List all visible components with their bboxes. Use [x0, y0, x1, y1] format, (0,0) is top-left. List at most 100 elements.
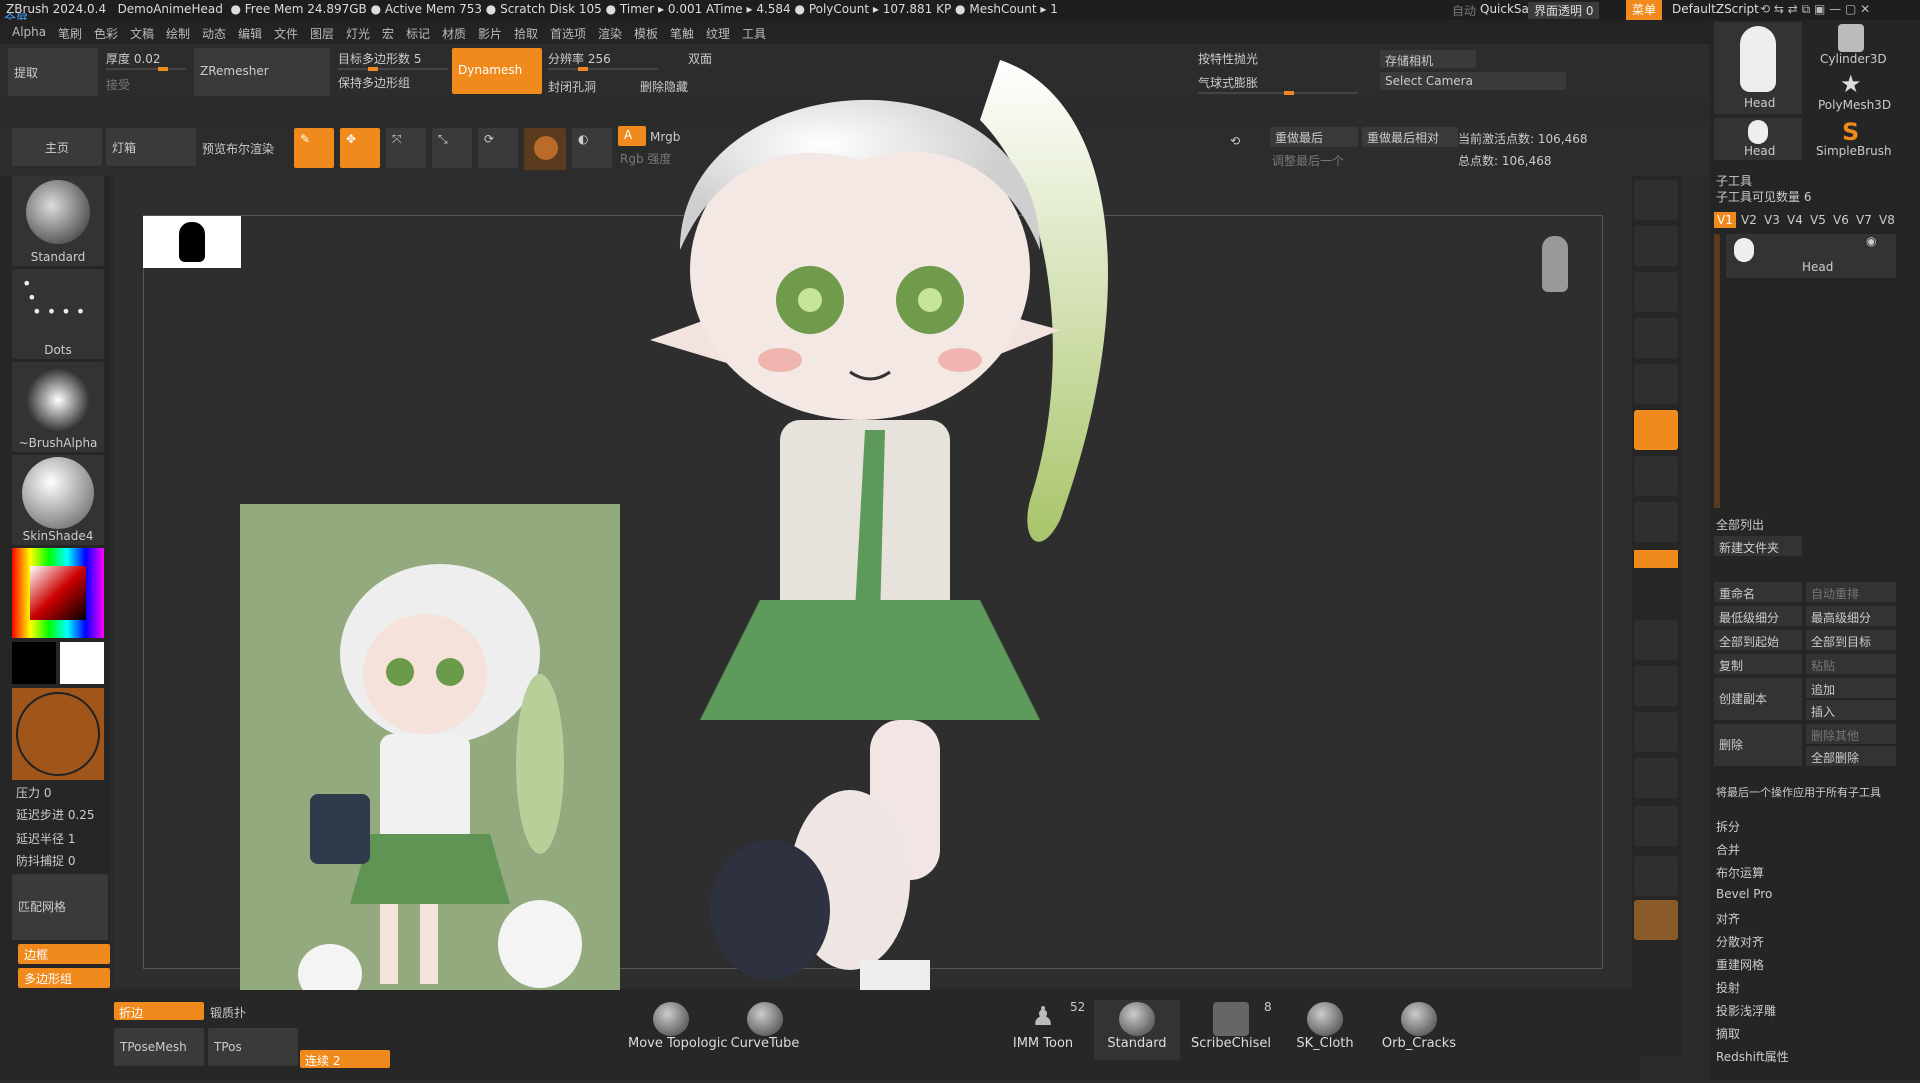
actual-size-icon[interactable]: [1634, 318, 1678, 358]
shelf-brush[interactable]: ScribeChisel 8: [1188, 1000, 1274, 1060]
solo-icon[interactable]: [1634, 900, 1678, 940]
target-polycount-slider[interactable]: 目标多边形数 5: [338, 50, 421, 67]
auto-reorder-button[interactable]: 自动重排: [1806, 582, 1896, 602]
jitter-slider[interactable]: 防抖捕捉 0: [16, 852, 75, 869]
redo-last-button[interactable]: 重做最后: [1270, 127, 1358, 147]
highest-subdiv-button[interactable]: 最高级细分: [1806, 606, 1896, 626]
all-high-button[interactable]: 全部到目标: [1806, 630, 1896, 650]
menu-item[interactable]: 文件: [274, 25, 298, 42]
delete-button[interactable]: 删除: [1714, 724, 1802, 766]
home-tab[interactable]: 主页: [12, 128, 102, 166]
subtool-visible-count[interactable]: 子工具可见数量 6: [1716, 188, 1811, 205]
project-relief-menu[interactable]: 投影浅浮雕: [1716, 1002, 1776, 1019]
polygroup-frame-button[interactable]: 多边形组: [18, 968, 110, 988]
menu-item[interactable]: 图层: [310, 25, 334, 42]
zremesher-button[interactable]: ZRemesher: [194, 48, 330, 96]
tpose-mesh-button[interactable]: TPoseMesh: [114, 1028, 204, 1066]
boolean-menu[interactable]: 布尔运算: [1716, 864, 1764, 881]
close-holes-toggle[interactable]: 封闭孔洞: [548, 78, 596, 95]
xyz-toggle[interactable]: [1634, 550, 1678, 568]
local-icon[interactable]: [1634, 456, 1678, 496]
menu-item[interactable]: 文稿: [130, 25, 154, 42]
lazymouse-dial[interactable]: [12, 688, 104, 780]
append-button[interactable]: 追加: [1806, 678, 1896, 698]
tool-head-thumb-2[interactable]: Head: [1714, 118, 1802, 160]
mode-sphere-icon[interactable]: ◐: [572, 128, 612, 168]
menu-item[interactable]: 首选项: [550, 25, 586, 42]
brush-slot[interactable]: Standard: [12, 176, 104, 266]
menu-item[interactable]: 绘制: [166, 25, 190, 42]
resolution-slider[interactable]: 分辨率 256: [548, 50, 611, 67]
lazy-step-slider[interactable]: 延迟步进 0.25: [16, 806, 95, 823]
menu-item[interactable]: 笔刷: [58, 25, 82, 42]
menu-item[interactable]: 材质: [442, 25, 466, 42]
frame-view-icon[interactable]: [1634, 620, 1678, 660]
delete-other-button[interactable]: 删除其他: [1806, 724, 1896, 744]
menu-item[interactable]: 编辑: [238, 25, 262, 42]
menu-button[interactable]: 菜单: [1626, 0, 1663, 20]
distribute-menu[interactable]: 分散对齐: [1716, 933, 1764, 950]
merge-menu[interactable]: 合并: [1716, 841, 1740, 858]
shelf-brush[interactable]: Standard: [1094, 1000, 1180, 1060]
tool-cylinder-thumb[interactable]: Cylinder3D: [1806, 22, 1896, 68]
tpose-button[interactable]: TPos: [208, 1028, 298, 1066]
color-square[interactable]: [30, 566, 86, 620]
keep-polygroups-toggle[interactable]: 保持多边形组: [338, 74, 410, 91]
rotate-icon[interactable]: ⟳: [478, 128, 518, 168]
move-icon[interactable]: ⤧: [386, 128, 426, 168]
balloon-inflate-slider[interactable]: 气球式膨胀: [1198, 74, 1258, 91]
lock-icon[interactable]: [1634, 502, 1678, 542]
dynamesh-button[interactable]: Dynamesh: [452, 48, 542, 94]
tool-polymesh-thumb[interactable]: ★ PolyMesh3D: [1806, 70, 1896, 114]
dynamic-persp-icon[interactable]: [1634, 364, 1678, 404]
shelf-brush[interactable]: SK_Cloth: [1282, 1000, 1368, 1060]
transp-icon[interactable]: [1634, 856, 1678, 896]
version-tab[interactable]: V5: [1807, 212, 1829, 228]
redshift-menu[interactable]: Redshift属性: [1716, 1048, 1789, 1065]
menu-item[interactable]: Alpha: [12, 25, 46, 39]
insert-button[interactable]: 插入: [1806, 700, 1896, 720]
menu-item[interactable]: 影片: [478, 25, 502, 42]
menu-item[interactable]: 宏: [382, 25, 394, 42]
project-menu[interactable]: 投射: [1716, 979, 1740, 996]
extract-button[interactable]: 提取: [8, 48, 98, 96]
window-icons[interactable]: ⟲ ⇆ ⇄ ⧉ ▣ — ▢ ✕: [1760, 2, 1870, 17]
polish-by-feature-slider[interactable]: 按特性抛光: [1198, 50, 1258, 67]
version-tab[interactable]: V7: [1853, 212, 1875, 228]
replay-last-icon[interactable]: ⟲: [1230, 134, 1240, 148]
version-tab[interactable]: V8: [1876, 212, 1898, 228]
adjust-last-slider[interactable]: 调整最后一个: [1272, 152, 1344, 169]
secondary-color-swatch[interactable]: [12, 642, 56, 684]
shelf-brush[interactable]: Move Topologic: [628, 1000, 727, 1060]
version-tab[interactable]: V6: [1830, 212, 1852, 228]
character-model[interactable]: [620, 0, 1180, 1083]
stroke-slot[interactable]: • • • • • • Dots: [12, 269, 104, 359]
transparency-slider[interactable]: 界面透明 0: [1528, 2, 1600, 19]
bevel-pro-menu[interactable]: Bevel Pro: [1716, 887, 1772, 901]
thickness-slider[interactable]: 厚度 0.02: [106, 50, 161, 67]
new-folder-button[interactable]: 新建文件夹: [1714, 536, 1802, 556]
version-tab[interactable]: V4: [1784, 212, 1806, 228]
material-icon[interactable]: [524, 128, 566, 170]
extract-menu[interactable]: 摘取: [1716, 1025, 1740, 1042]
split-menu[interactable]: 拆分: [1716, 818, 1740, 835]
line-fill-icon[interactable]: [1634, 806, 1678, 846]
menu-item[interactable]: 渲染: [598, 25, 622, 42]
preview-boolean-button[interactable]: 预览布尔渲染: [202, 140, 274, 157]
target-polycount-track[interactable]: [338, 67, 448, 71]
color-picker[interactable]: [12, 548, 104, 638]
lowest-subdiv-button[interactable]: 最低级细分: [1714, 606, 1802, 626]
version-tab[interactable]: V3: [1761, 212, 1783, 228]
draw-icon[interactable]: ✥: [340, 128, 380, 168]
thickness-track[interactable]: [106, 67, 186, 71]
continue-slider[interactable]: 连续 2: [300, 1050, 390, 1068]
lazy-radius-slider[interactable]: 延迟半径 1: [16, 830, 75, 847]
lightbox-tab[interactable]: 灯箱: [106, 128, 196, 166]
material-slot[interactable]: SkinShade4: [12, 455, 104, 545]
tool-head-thumb[interactable]: Head: [1714, 22, 1802, 114]
menu-item[interactable]: 色彩: [94, 25, 118, 42]
menu-item[interactable]: 拾取: [514, 25, 538, 42]
menu-item[interactable]: 灯光: [346, 25, 370, 42]
rotate-view-icon[interactable]: [1634, 758, 1678, 798]
scale-icon[interactable]: ⤡: [432, 128, 472, 168]
